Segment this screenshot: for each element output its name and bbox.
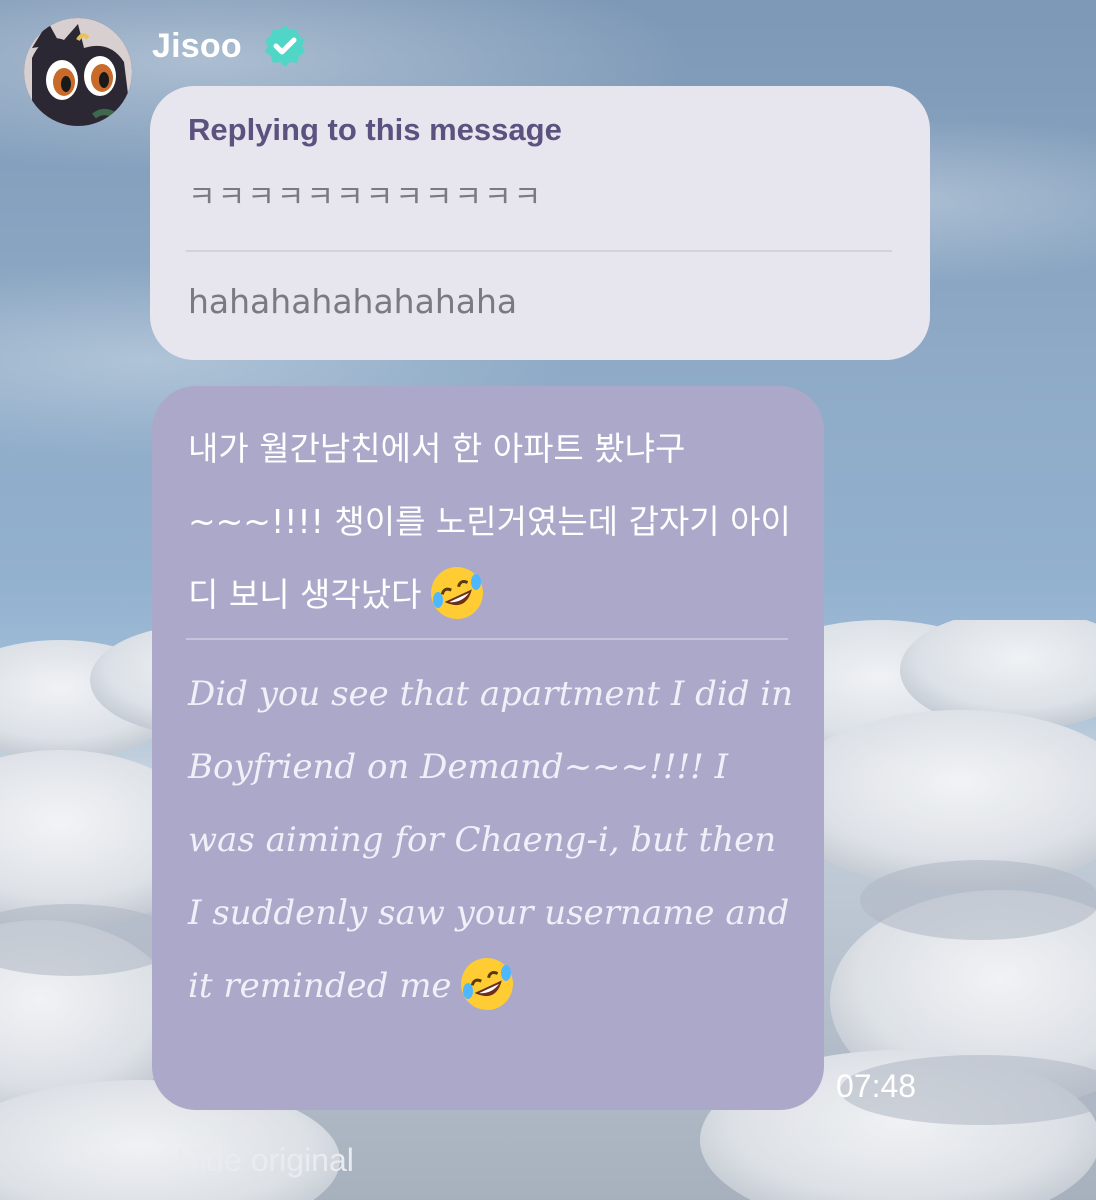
hide-original-button[interactable]: Hide original — [176, 1142, 354, 1179]
reply-original-text: ㅋㅋㅋㅋㅋㅋㅋㅋㅋㅋㅋㅋ — [188, 180, 544, 215]
verified-badge-icon — [264, 25, 305, 67]
black-cat-avatar-icon — [24, 18, 132, 126]
message-timestamp: 07:48 — [836, 1068, 917, 1104]
avatar[interactable] — [24, 18, 132, 126]
rolling-on-floor-laughing-emoji — [460, 958, 513, 1010]
reply-preview-bubble[interactable]: Replying to this message ㅋㅋㅋㅋㅋㅋㅋㅋㅋㅋㅋㅋ ha… — [150, 86, 930, 360]
sender-header: Jisoo — [152, 22, 308, 70]
sender-name[interactable]: Jisoo — [152, 27, 242, 66]
message-bubble[interactable]: 내가 월간남친에서 한 아파트 봤냐구 ~~~!!!! 챙이를 노린거였는데 갑… — [152, 386, 824, 1110]
message-original-text: 내가 월간남친에서 한 아파트 봤냐구 ~~~!!!! 챙이를 노린거였는데 갑… — [188, 429, 791, 614]
divider — [186, 250, 892, 252]
rolling-on-floor-laughing-emoji — [430, 566, 483, 619]
message-translation: Did you see that apartment I did in Boyf… — [188, 658, 798, 1023]
reply-translation-text: hahahahahahahaha — [188, 282, 518, 321]
reply-header: Replying to this message — [188, 112, 562, 147]
divider — [186, 638, 788, 640]
message-original: 내가 월간남친에서 한 아파트 봤냐구 ~~~!!!! 챙이를 노린거였는데 갑… — [188, 412, 798, 631]
